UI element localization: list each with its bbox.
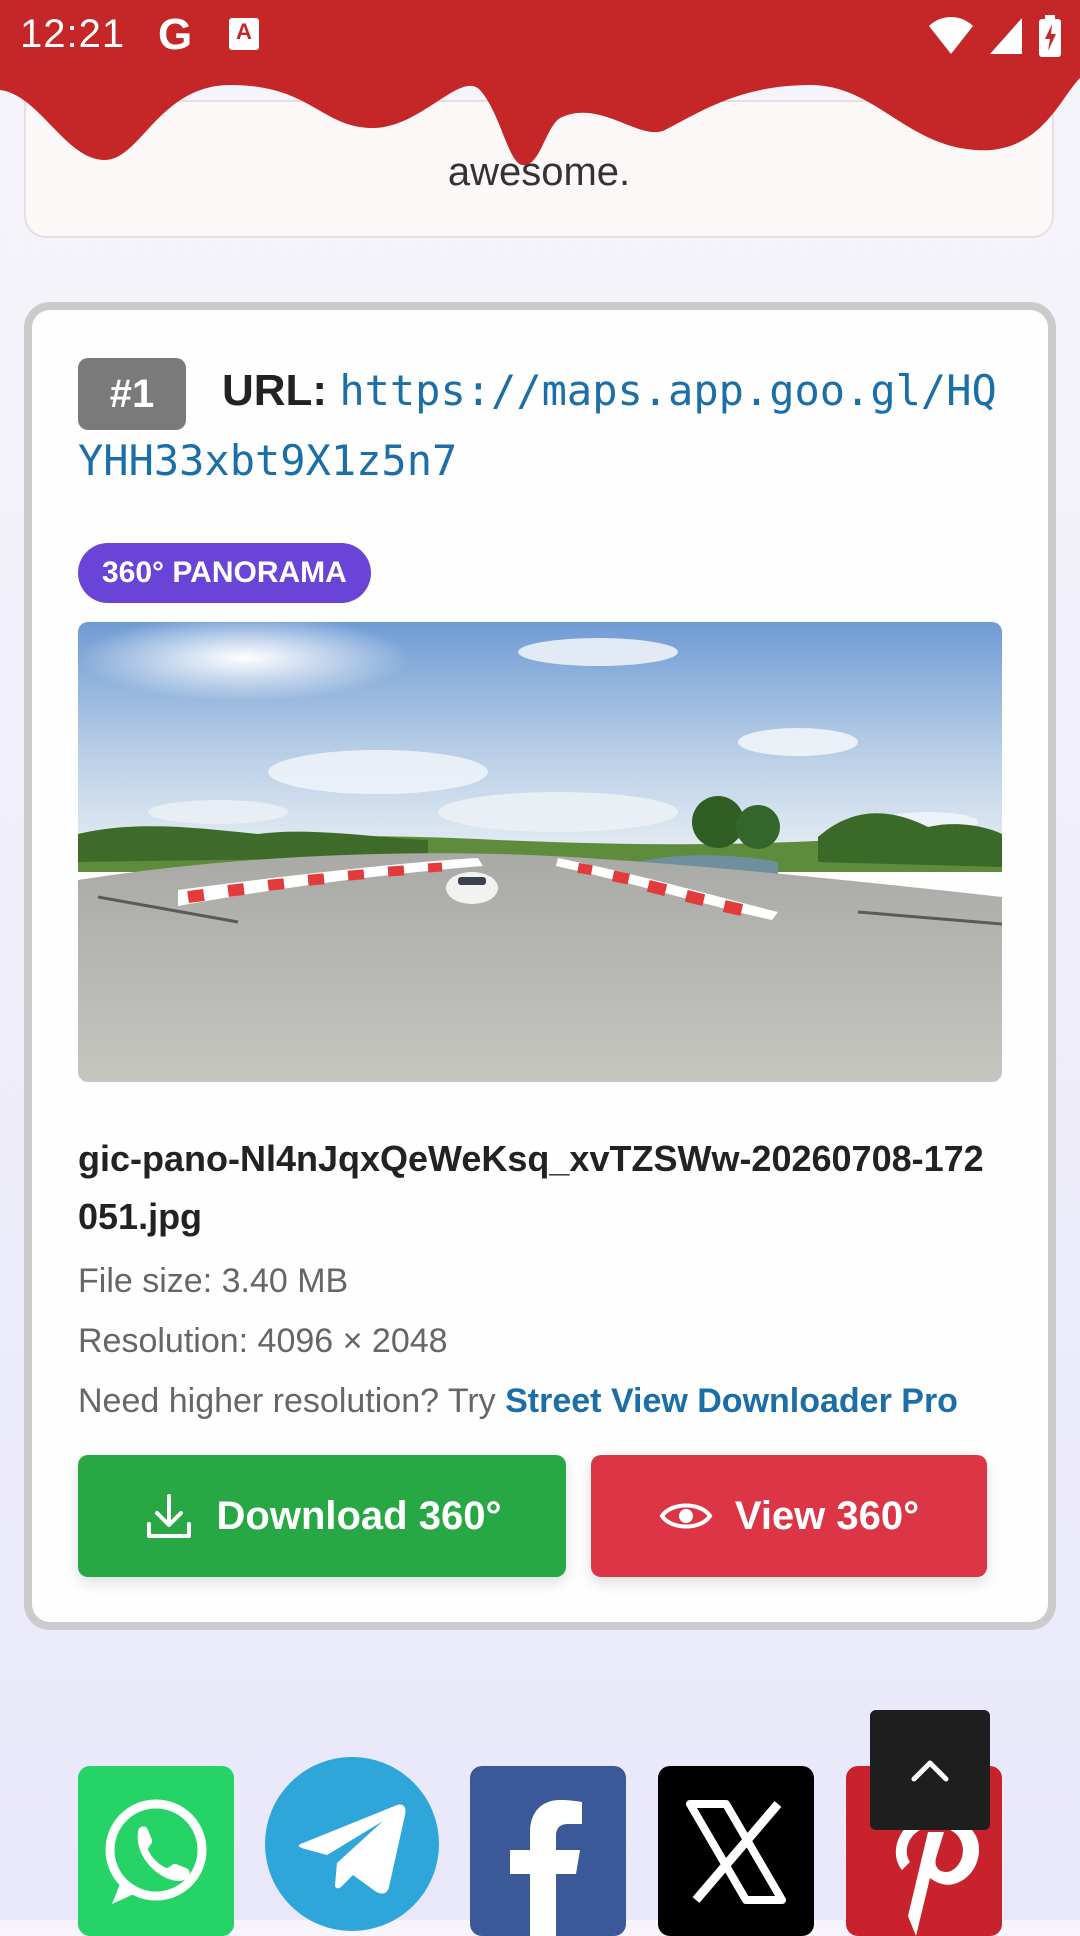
battery-charging-icon — [1039, 15, 1061, 57]
wifi-icon — [929, 17, 973, 54]
whatsapp-icon — [105, 1799, 207, 1904]
share-x-button[interactable] — [658, 1766, 814, 1936]
status-bar: 12:21 G A — [0, 0, 1080, 76]
view-360-button[interactable]: View 360° — [591, 1455, 987, 1577]
app-a-icon: A — [229, 18, 259, 50]
pro-downloader-link[interactable]: Street View Downloader Pro — [505, 1382, 958, 1420]
panorama-preview-image[interactable] — [78, 622, 1002, 1082]
telegram-icon — [298, 1804, 406, 1894]
result-url-block: URL: https://maps.app.goo.gl/HQYHH33xbt9… — [78, 356, 998, 496]
share-facebook-button[interactable] — [470, 1766, 626, 1936]
google-icon: G — [158, 10, 193, 59]
facebook-icon — [510, 1800, 582, 1936]
file-size-text: File size: 3.40 MB — [78, 1262, 349, 1300]
panorama-type-badge: 360° PANORAMA — [78, 543, 371, 603]
upgrade-prompt-text: Need higher resolution? Try — [78, 1382, 506, 1420]
status-time: 12:21 — [20, 12, 126, 56]
chevron-up-icon — [911, 1760, 949, 1782]
url-label: URL: — [222, 366, 328, 415]
signal-icon — [990, 18, 1022, 54]
download-button-label: Download 360° — [216, 1493, 502, 1538]
result-url-link[interactable]: https://maps.app.goo.gl/HQYHH33xbt9X1z5n… — [78, 366, 997, 485]
upgrade-prompt: Need higher resolution? Try Street View … — [78, 1382, 958, 1421]
resolution-text: Resolution: 4096 × 2048 — [78, 1322, 448, 1360]
share-telegram-button[interactable] — [265, 1757, 439, 1931]
download-360-button[interactable]: Download 360° — [78, 1455, 566, 1577]
view-button-label: View 360° — [734, 1493, 920, 1538]
download-icon — [146, 1494, 191, 1538]
share-whatsapp-button[interactable] — [78, 1766, 234, 1936]
scroll-to-top-button[interactable] — [870, 1710, 990, 1830]
eye-icon — [659, 1503, 713, 1529]
x-icon — [686, 1800, 786, 1904]
file-name: gic-pano-Nl4nJqxQeWeKsq_xvTZSWw-20260708… — [78, 1138, 984, 1237]
